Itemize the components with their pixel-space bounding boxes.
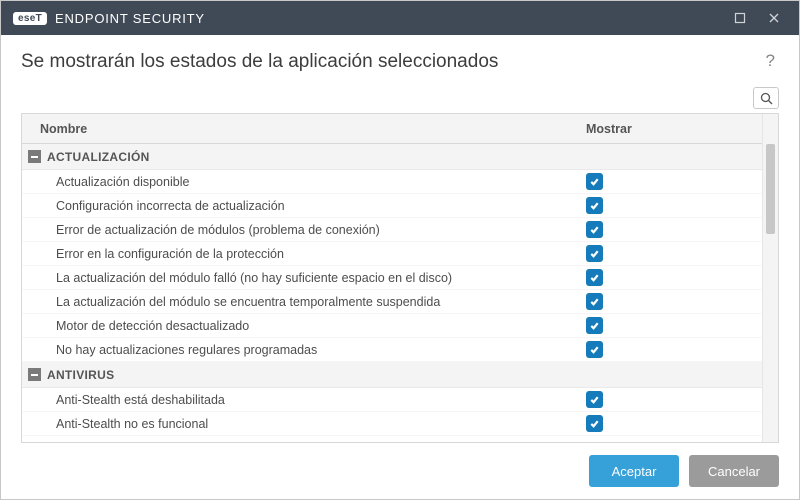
show-checkbox[interactable]	[586, 245, 603, 262]
item-label: Error de actualización de módulos (probl…	[22, 223, 582, 237]
cancel-button[interactable]: Cancelar	[689, 455, 779, 487]
minimize-icon	[734, 12, 746, 24]
show-checkbox[interactable]	[586, 391, 603, 408]
table-row[interactable]: Anti-Stealth está deshabilitada	[22, 388, 762, 412]
item-label: Anti-Stealth está deshabilitada	[22, 393, 582, 407]
item-label: La actualización del módulo falló (no ha…	[22, 271, 582, 285]
close-icon	[768, 12, 780, 24]
brand-badge: eseT	[13, 12, 47, 25]
table-row[interactable]: La actualización del módulo se encuentra…	[22, 290, 762, 314]
titlebar: eseT ENDPOINT SECURITY	[1, 1, 799, 35]
table-row[interactable]: Error en la configuración de la protecci…	[22, 242, 762, 266]
column-header-show[interactable]: Mostrar	[582, 122, 762, 136]
show-checkbox[interactable]	[586, 317, 603, 334]
table-row[interactable]: No hay actualizaciones regulares program…	[22, 338, 762, 362]
search-icon	[760, 92, 773, 105]
table-row[interactable]: Configuración incorrecta de actualizació…	[22, 194, 762, 218]
column-header-name[interactable]: Nombre	[22, 122, 582, 136]
show-checkbox[interactable]	[586, 269, 603, 286]
table-row[interactable]: La actualización del módulo falló (no ha…	[22, 266, 762, 290]
item-label: Error en la configuración de la protecci…	[22, 247, 582, 261]
app-window: eseT ENDPOINT SECURITY Se mostrarán los …	[0, 0, 800, 500]
table-row[interactable]: Actualización disponible	[22, 170, 762, 194]
show-checkbox[interactable]	[586, 341, 603, 358]
scrollbar[interactable]	[762, 114, 778, 442]
scrollbar-thumb[interactable]	[766, 144, 775, 234]
item-label: Anti-Stealth no es funcional	[22, 417, 582, 431]
status-table: Nombre Mostrar ACTUALIZACIÓN Actualizació…	[21, 113, 779, 443]
table-row[interactable]: Error de actualización de módulos (probl…	[22, 218, 762, 242]
table-row[interactable]: Anti-Stealth no es funcional	[22, 412, 762, 436]
page-title: Se mostrarán los estados de la aplicació…	[21, 51, 762, 73]
table-header: Nombre Mostrar	[22, 114, 762, 144]
help-button[interactable]: ?	[762, 51, 779, 71]
close-button[interactable]	[757, 1, 791, 35]
minimize-button[interactable]	[723, 1, 757, 35]
group-row[interactable]: ANTIVIRUS	[22, 362, 762, 388]
item-label: Configuración incorrecta de actualizació…	[22, 199, 582, 213]
collapse-icon[interactable]	[28, 368, 41, 381]
table-row[interactable]: Motor de detección desactualizado	[22, 314, 762, 338]
footer: Aceptar Cancelar	[1, 443, 799, 499]
item-label: Actualización disponible	[22, 175, 582, 189]
table-body: ACTUALIZACIÓN Actualización disponible Con…	[22, 144, 762, 442]
item-label: Motor de detección desactualizado	[22, 319, 582, 333]
item-label: La actualización del módulo se encuentra…	[22, 295, 582, 309]
brand-product: ENDPOINT SECURITY	[55, 11, 205, 26]
collapse-icon[interactable]	[28, 150, 41, 163]
show-checkbox[interactable]	[586, 221, 603, 238]
show-checkbox[interactable]	[586, 415, 603, 432]
group-label: ANTIVIRUS	[47, 368, 114, 382]
ok-button[interactable]: Aceptar	[589, 455, 679, 487]
show-checkbox[interactable]	[586, 173, 603, 190]
item-label: No hay actualizaciones regulares program…	[22, 343, 582, 357]
group-row[interactable]: ACTUALIZACIÓN	[22, 144, 762, 170]
search-button[interactable]	[753, 87, 779, 109]
show-checkbox[interactable]	[586, 293, 603, 310]
content-area: Se mostrarán los estados de la aplicació…	[1, 35, 799, 443]
group-label: ACTUALIZACIÓN	[47, 150, 150, 164]
show-checkbox[interactable]	[586, 197, 603, 214]
